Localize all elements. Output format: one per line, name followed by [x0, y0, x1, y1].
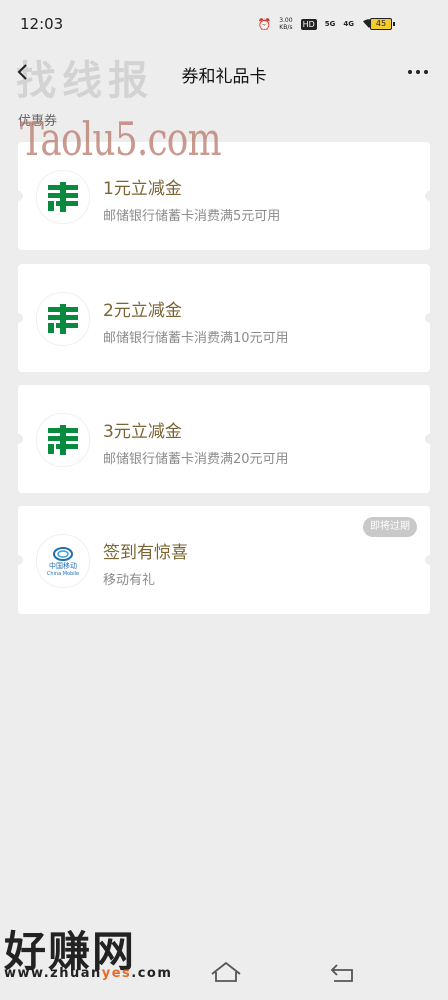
logo-text: 中国移动	[49, 561, 77, 570]
coupon-title: 3元立减金	[103, 422, 182, 442]
coupon-description: 邮储银行储蓄卡消费满5元可用	[103, 209, 281, 224]
speed-unit: KB/s	[279, 24, 293, 31]
battery-icon: 45	[370, 18, 395, 30]
back-nav-icon[interactable]	[328, 962, 356, 984]
home-icon[interactable]	[210, 960, 242, 984]
coupon-description: 邮储银行储蓄卡消费满10元可用	[103, 331, 289, 346]
alarm-icon: ⏰	[257, 17, 272, 31]
status-time: 12:03	[20, 15, 64, 33]
page-title: 券和礼品卡	[181, 67, 267, 87]
coupon-description: 移动有礼	[103, 573, 156, 588]
coupon-title: 签到有惊喜	[103, 543, 188, 563]
logo-text-en: China Mobile	[46, 570, 80, 577]
status-icons: ⏰ 3.00 KB/s HD 5G 4G	[258, 14, 377, 34]
ellipsis-icon[interactable]	[408, 70, 428, 74]
speed-value: 3.00	[279, 17, 293, 24]
watermark-url: www.zhuanyes.com	[4, 966, 172, 981]
watermark-url-part: .com	[131, 966, 173, 981]
coupon-card[interactable]: 2元立减金 邮储银行储蓄卡消费满10元可用	[13, 264, 435, 372]
network-speed: 3.00 KB/s	[279, 17, 292, 31]
china-mobile-logo: 中国移动 China Mobile	[36, 534, 90, 588]
watermark-url-part: yes	[101, 966, 132, 981]
hd-icon: HD	[300, 18, 317, 30]
china-post-logo	[36, 413, 90, 467]
watermark-url-part: www.zhuan	[4, 966, 102, 981]
watermark-text: Taolu5.com	[20, 112, 222, 166]
coupon-card[interactable]: 3元立减金 邮储银行储蓄卡消费满20元可用	[13, 385, 435, 493]
signal-4g-icon: 4G	[343, 20, 354, 28]
china-post-logo	[36, 292, 90, 346]
coupon-card[interactable]: 中国移动 China Mobile 签到有惊喜 移动有礼 即将过期	[13, 506, 435, 614]
signal-5g-icon: 5G	[324, 20, 336, 28]
status-bar: 12:03 ⏰ 3.00 KB/s HD 5G 4G 45	[0, 0, 448, 48]
expiring-badge: 即将过期	[363, 517, 417, 537]
coupon-title: 2元立减金	[103, 301, 182, 321]
coupon-title: 1元立减金	[103, 179, 182, 199]
coupon-description: 邮储银行储蓄卡消费满20元可用	[103, 452, 289, 467]
china-post-logo	[36, 170, 90, 224]
app-header: 券和礼品卡	[0, 48, 448, 98]
